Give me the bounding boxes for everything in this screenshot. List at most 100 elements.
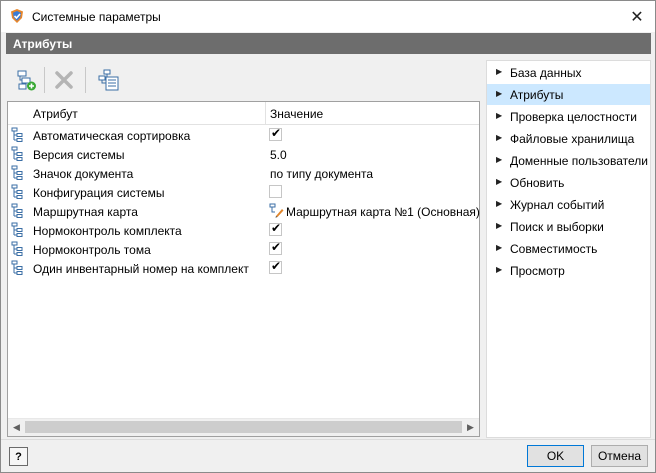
- footer-divider: [1, 439, 655, 440]
- nav-item-label: База данных: [510, 66, 582, 80]
- toolbar: [6, 60, 481, 100]
- title-bar: Системные параметры ✕: [1, 1, 655, 32]
- expand-arrow-icon: ▶: [496, 221, 503, 230]
- attribute-icon: [11, 260, 25, 276]
- settings-nav: ▶ База данных ▶ Атрибуты ▶ Проверка целостнос…: [486, 60, 651, 438]
- grid-header: Атрибут Значение: [8, 102, 479, 125]
- properties-button[interactable]: [94, 66, 122, 94]
- close-icon: ✕: [630, 8, 644, 26]
- value-checkbox[interactable]: ✔: [269, 126, 282, 141]
- nav-item[interactable]: ▶ Совместимость: [487, 238, 650, 259]
- close-button[interactable]: ✕: [619, 1, 655, 32]
- table-row[interactable]: Маршрутная карта Маршрутная карта №1 (Осн…: [8, 202, 480, 221]
- nav-item-label: Просмотр: [510, 264, 565, 278]
- table-row[interactable]: Версия системы 5.0: [8, 145, 479, 164]
- attribute-icon: [11, 241, 25, 257]
- properties-icon: [98, 69, 119, 91]
- nav-item-label: Поиск и выборки: [510, 220, 604, 234]
- attribute-icon: [11, 203, 25, 219]
- expand-arrow-icon: ▶: [496, 89, 503, 98]
- nav-item[interactable]: ▶ Проверка целостности: [487, 106, 650, 127]
- expand-arrow-icon: ▶: [496, 243, 503, 252]
- column-divider[interactable]: [265, 102, 266, 124]
- section-header: Атрибуты: [6, 33, 651, 54]
- add-attribute-button[interactable]: [12, 66, 40, 94]
- expand-arrow-icon: ▶: [496, 67, 503, 76]
- attribute-name: Нормоконтроль комплекта: [33, 224, 182, 238]
- toolbar-separator: [44, 67, 45, 93]
- table-row[interactable]: Автоматическая сортировка ✔: [8, 126, 479, 145]
- nav-item[interactable]: ▶ Обновить: [487, 172, 650, 193]
- nav-item[interactable]: ▶ Поиск и выборки: [487, 216, 650, 237]
- checkmark-icon: ✔: [271, 259, 282, 273]
- delete-x-icon: [55, 71, 73, 89]
- attribute-name: Значок документа: [33, 167, 134, 181]
- table-row[interactable]: Нормоконтроль комплекта ✔: [8, 221, 479, 240]
- value-checkbox[interactable]: [269, 185, 282, 198]
- scroll-left-icon[interactable]: ◀: [8, 419, 25, 436]
- attribute-value[interactable]: Маршрутная карта №1 (Основная): [286, 205, 480, 219]
- expand-arrow-icon: ▶: [496, 133, 503, 142]
- attributes-panel: Атрибут Значение Автоматическая сортиров…: [6, 60, 481, 438]
- nav-item[interactable]: ▶ Атрибуты: [487, 84, 650, 105]
- attribute-name: Конфигурация системы: [33, 186, 165, 200]
- checkmark-icon: ✔: [271, 221, 282, 235]
- expand-arrow-icon: ▶: [496, 155, 503, 164]
- nav-item[interactable]: ▶ Файловые хранилища: [487, 128, 650, 149]
- nav-item[interactable]: ▶ База данных: [487, 62, 650, 83]
- app-shield-icon: [11, 9, 23, 23]
- nav-item[interactable]: ▶ Журнал событий: [487, 194, 650, 215]
- attribute-icon: [11, 222, 25, 238]
- attribute-name: Версия системы: [33, 148, 125, 162]
- attribute-name: Один инвентарный номер на комплект: [33, 262, 249, 276]
- table-row[interactable]: Нормоконтроль тома ✔: [8, 240, 479, 259]
- route-map-icon: [269, 203, 284, 218]
- help-icon: ?: [15, 450, 22, 463]
- attribute-name: Автоматическая сортировка: [33, 129, 191, 143]
- nav-item[interactable]: ▶ Доменные пользователи: [487, 150, 650, 171]
- expand-arrow-icon: ▶: [496, 111, 503, 120]
- attribute-icon: [11, 184, 25, 200]
- attribute-icon: [11, 165, 25, 181]
- section-header-title: Атрибуты: [13, 37, 73, 51]
- expand-arrow-icon: ▶: [496, 199, 503, 208]
- nav-item-label: Файловые хранилища: [510, 132, 635, 146]
- checkmark-icon: ✔: [271, 126, 282, 140]
- attribute-icon: [11, 146, 25, 162]
- attribute-value[interactable]: по типу документа: [270, 167, 373, 181]
- nav-item-label: Доменные пользователи: [510, 154, 648, 168]
- table-row[interactable]: Один инвентарный номер на комплект ✔: [8, 259, 479, 278]
- table-row[interactable]: Конфигурация системы: [8, 183, 479, 202]
- delete-button[interactable]: [50, 66, 78, 94]
- nav-item-label: Обновить: [510, 176, 565, 190]
- cancel-button[interactable]: Отмена: [591, 445, 648, 467]
- nav-item-label: Журнал событий: [510, 198, 605, 212]
- scroll-right-icon[interactable]: ▶: [462, 419, 479, 436]
- ok-button[interactable]: OK: [527, 445, 584, 467]
- window-title: Системные параметры: [32, 10, 161, 24]
- scroll-thumb[interactable]: [25, 421, 462, 433]
- value-checkbox[interactable]: ✔: [269, 221, 282, 236]
- column-header-attribute[interactable]: Атрибут: [33, 107, 78, 121]
- add-attribute-icon: [17, 70, 36, 91]
- attribute-name: Маршрутная карта: [33, 205, 138, 219]
- expand-arrow-icon: ▶: [496, 265, 503, 274]
- nav-item-label: Совместимость: [510, 242, 598, 256]
- horizontal-scrollbar[interactable]: ◀ ▶: [8, 418, 479, 436]
- attribute-value[interactable]: 5.0: [270, 148, 287, 162]
- column-header-value[interactable]: Значение: [270, 107, 323, 121]
- nav-item[interactable]: ▶ Просмотр: [487, 260, 650, 281]
- checkmark-icon: ✔: [271, 240, 282, 254]
- attributes-grid: Атрибут Значение Автоматическая сортиров…: [7, 101, 480, 437]
- nav-item-label: Атрибуты: [510, 88, 564, 102]
- attribute-icon: [11, 127, 25, 143]
- table-row[interactable]: Значок документа по типу документа: [8, 164, 479, 183]
- value-checkbox[interactable]: ✔: [269, 240, 282, 255]
- attribute-name: Нормоконтроль тома: [33, 243, 151, 257]
- toolbar-separator: [85, 67, 86, 93]
- expand-arrow-icon: ▶: [496, 177, 503, 186]
- value-checkbox[interactable]: ✔: [269, 259, 282, 274]
- help-button[interactable]: ?: [9, 447, 28, 466]
- system-settings-dialog: Системные параметры ✕ Атрибуты Атрибут З…: [0, 0, 656, 473]
- nav-item-label: Проверка целостности: [510, 110, 637, 124]
